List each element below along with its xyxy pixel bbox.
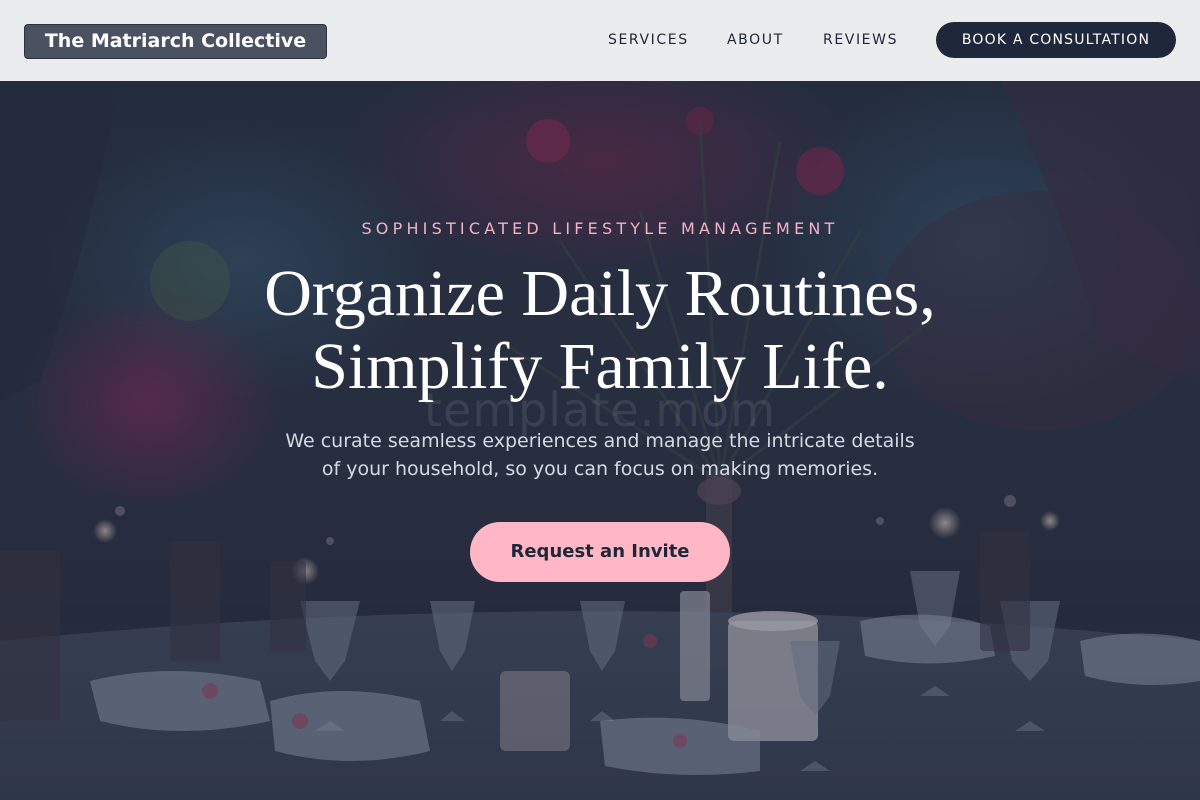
hero-headline: Organize Daily Routines, Simplify Family…: [0, 257, 1200, 403]
book-consultation-button[interactable]: BOOK A CONSULTATION: [936, 22, 1176, 58]
brand-logo[interactable]: The Matriarch Collective: [24, 24, 327, 59]
site-header: The Matriarch Collective SERVICES ABOUT …: [0, 0, 1200, 81]
hero-section: template.mom SOPHISTICATED LIFESTYLE MAN…: [0, 81, 1200, 800]
nav-link-about[interactable]: ABOUT: [727, 31, 784, 49]
hero-headline-line-1: Organize Daily Routines,: [264, 257, 936, 330]
nav-link-services[interactable]: SERVICES: [608, 31, 689, 49]
hero-subtext: We curate seamless experiences and manag…: [0, 427, 1200, 483]
hero-subtext-line-2: of your household, so you can focus on m…: [321, 458, 879, 480]
hero-eyebrow: SOPHISTICATED LIFESTYLE MANAGEMENT: [361, 219, 839, 238]
hero-headline-line-2: Simplify Family Life.: [311, 330, 889, 403]
nav-link-reviews[interactable]: REVIEWS: [823, 31, 898, 49]
page: The Matriarch Collective SERVICES ABOUT …: [0, 0, 1200, 800]
hero-subtext-line-1: We curate seamless experiences and manag…: [285, 430, 915, 452]
request-invite-button[interactable]: Request an Invite: [470, 522, 730, 582]
